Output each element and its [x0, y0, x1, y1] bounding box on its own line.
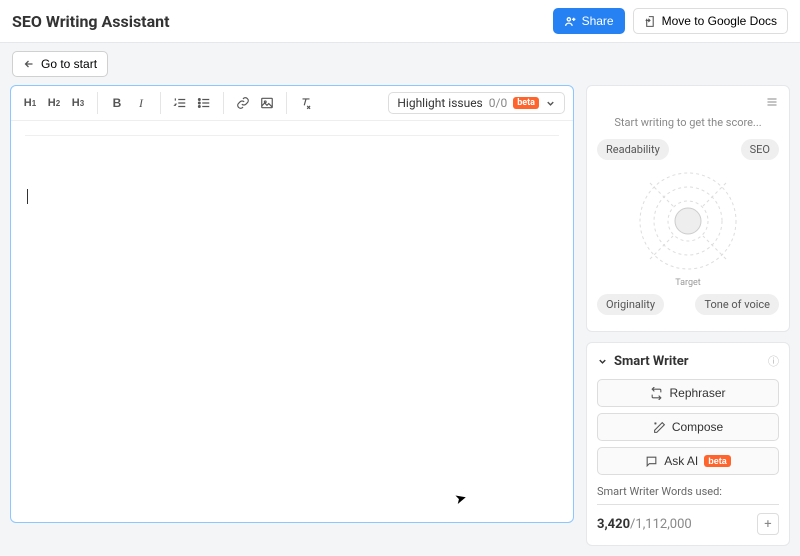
rephraser-label: Rephraser: [669, 386, 725, 400]
ask-ai-beta-badge: beta: [704, 455, 731, 467]
arrow-left-icon: [23, 58, 35, 70]
menu-icon[interactable]: [765, 96, 779, 108]
share-icon: [564, 15, 577, 28]
rephraser-icon: [650, 387, 663, 400]
ordered-list-button[interactable]: [169, 92, 191, 114]
rephraser-button[interactable]: Rephraser: [597, 379, 779, 407]
usage-numbers: 3,420/1,112,000: [597, 517, 692, 532]
h1-button[interactable]: H1: [19, 92, 41, 114]
clear-format-button[interactable]: [295, 92, 317, 114]
image-icon: [260, 96, 274, 110]
smart-writer-title: Smart Writer: [614, 354, 762, 369]
mouse-cursor-icon: ➤: [453, 490, 468, 508]
header-actions: Share Move to Google Docs: [553, 8, 788, 34]
chat-icon: [645, 455, 658, 468]
bold-button[interactable]: B: [106, 92, 128, 114]
pill-readability[interactable]: Readability: [597, 139, 669, 160]
highlight-label: Highlight issues: [397, 96, 482, 110]
clear-group: [295, 92, 325, 114]
pill-originality[interactable]: Originality: [597, 294, 664, 315]
format-group: B I: [106, 92, 161, 114]
image-button[interactable]: [256, 92, 278, 114]
compose-button[interactable]: Compose: [597, 413, 779, 441]
share-label: Share: [582, 14, 614, 28]
info-icon[interactable]: ⓘ: [768, 353, 779, 369]
ruler-line: [25, 135, 559, 136]
collapse-icon[interactable]: [597, 356, 608, 367]
pill-tone[interactable]: Tone of voice: [695, 294, 779, 315]
score-hint: Start writing to get the score...: [597, 116, 779, 129]
usage-label: Smart Writer Words used:: [597, 485, 779, 498]
ask-ai-label: Ask AI: [664, 454, 698, 468]
text-cursor: [27, 189, 28, 204]
editor-panel: H1 H2 H3 B I: [10, 85, 574, 523]
app-header: SEO Writing Assistant Share Move to Goog…: [0, 0, 800, 43]
compose-label: Compose: [672, 420, 723, 434]
compose-icon: [653, 421, 666, 434]
usage-section: Smart Writer Words used: 3,420/1,112,000…: [597, 485, 779, 535]
back-button[interactable]: Go to start: [12, 51, 108, 77]
editor-textarea[interactable]: ➤: [11, 121, 573, 522]
italic-button[interactable]: I: [130, 92, 152, 114]
add-words-button[interactable]: +: [757, 513, 779, 535]
editor-toolbar: H1 H2 H3 B I: [11, 86, 573, 121]
h2-button[interactable]: H2: [43, 92, 65, 114]
list-group: [169, 92, 224, 114]
target-label: Target: [675, 278, 701, 288]
bullet-list-icon: [197, 96, 211, 110]
highlight-issues-dropdown[interactable]: Highlight issues 0/0 beta: [388, 92, 565, 114]
h3-button[interactable]: H3: [67, 92, 89, 114]
pill-seo[interactable]: SEO: [741, 139, 779, 160]
highlight-count: 0/0: [489, 96, 507, 110]
ask-ai-button[interactable]: Ask AI beta: [597, 447, 779, 475]
usage-max: 1,112,000: [635, 517, 691, 532]
main-content: H1 H2 H3 B I: [0, 85, 800, 556]
score-panel-head: [597, 96, 779, 112]
usage-used: 3,420: [597, 517, 630, 532]
usage-line: 3,420/1,112,000 +: [597, 504, 779, 535]
heading-group: H1 H2 H3: [19, 92, 98, 114]
smart-writer-panel: Smart Writer ⓘ Rephraser Compose Ask AI …: [586, 342, 790, 546]
subheader: Go to start: [0, 43, 800, 85]
chevron-down-icon: [545, 98, 556, 109]
pills-bottom: Originality Tone of voice: [597, 294, 779, 315]
sidebar: Start writing to get the score... Readab…: [586, 85, 790, 546]
link-button[interactable]: [232, 92, 254, 114]
export-icon: [644, 15, 657, 28]
pills-top: Readability SEO: [597, 139, 779, 160]
radar-chart: Target: [597, 166, 779, 288]
link-icon: [236, 96, 250, 110]
move-to-docs-button[interactable]: Move to Google Docs: [633, 8, 788, 34]
move-label: Move to Google Docs: [662, 14, 777, 28]
app-title: SEO Writing Assistant: [12, 12, 170, 31]
beta-badge: beta: [513, 97, 539, 109]
share-button[interactable]: Share: [553, 8, 625, 34]
back-label: Go to start: [41, 57, 97, 71]
smart-writer-head: Smart Writer ⓘ: [597, 353, 779, 369]
ordered-list-icon: [173, 96, 187, 110]
score-panel: Start writing to get the score... Readab…: [586, 85, 790, 332]
insert-group: [232, 92, 287, 114]
clear-format-icon: [299, 96, 313, 110]
bullet-list-button[interactable]: [193, 92, 215, 114]
